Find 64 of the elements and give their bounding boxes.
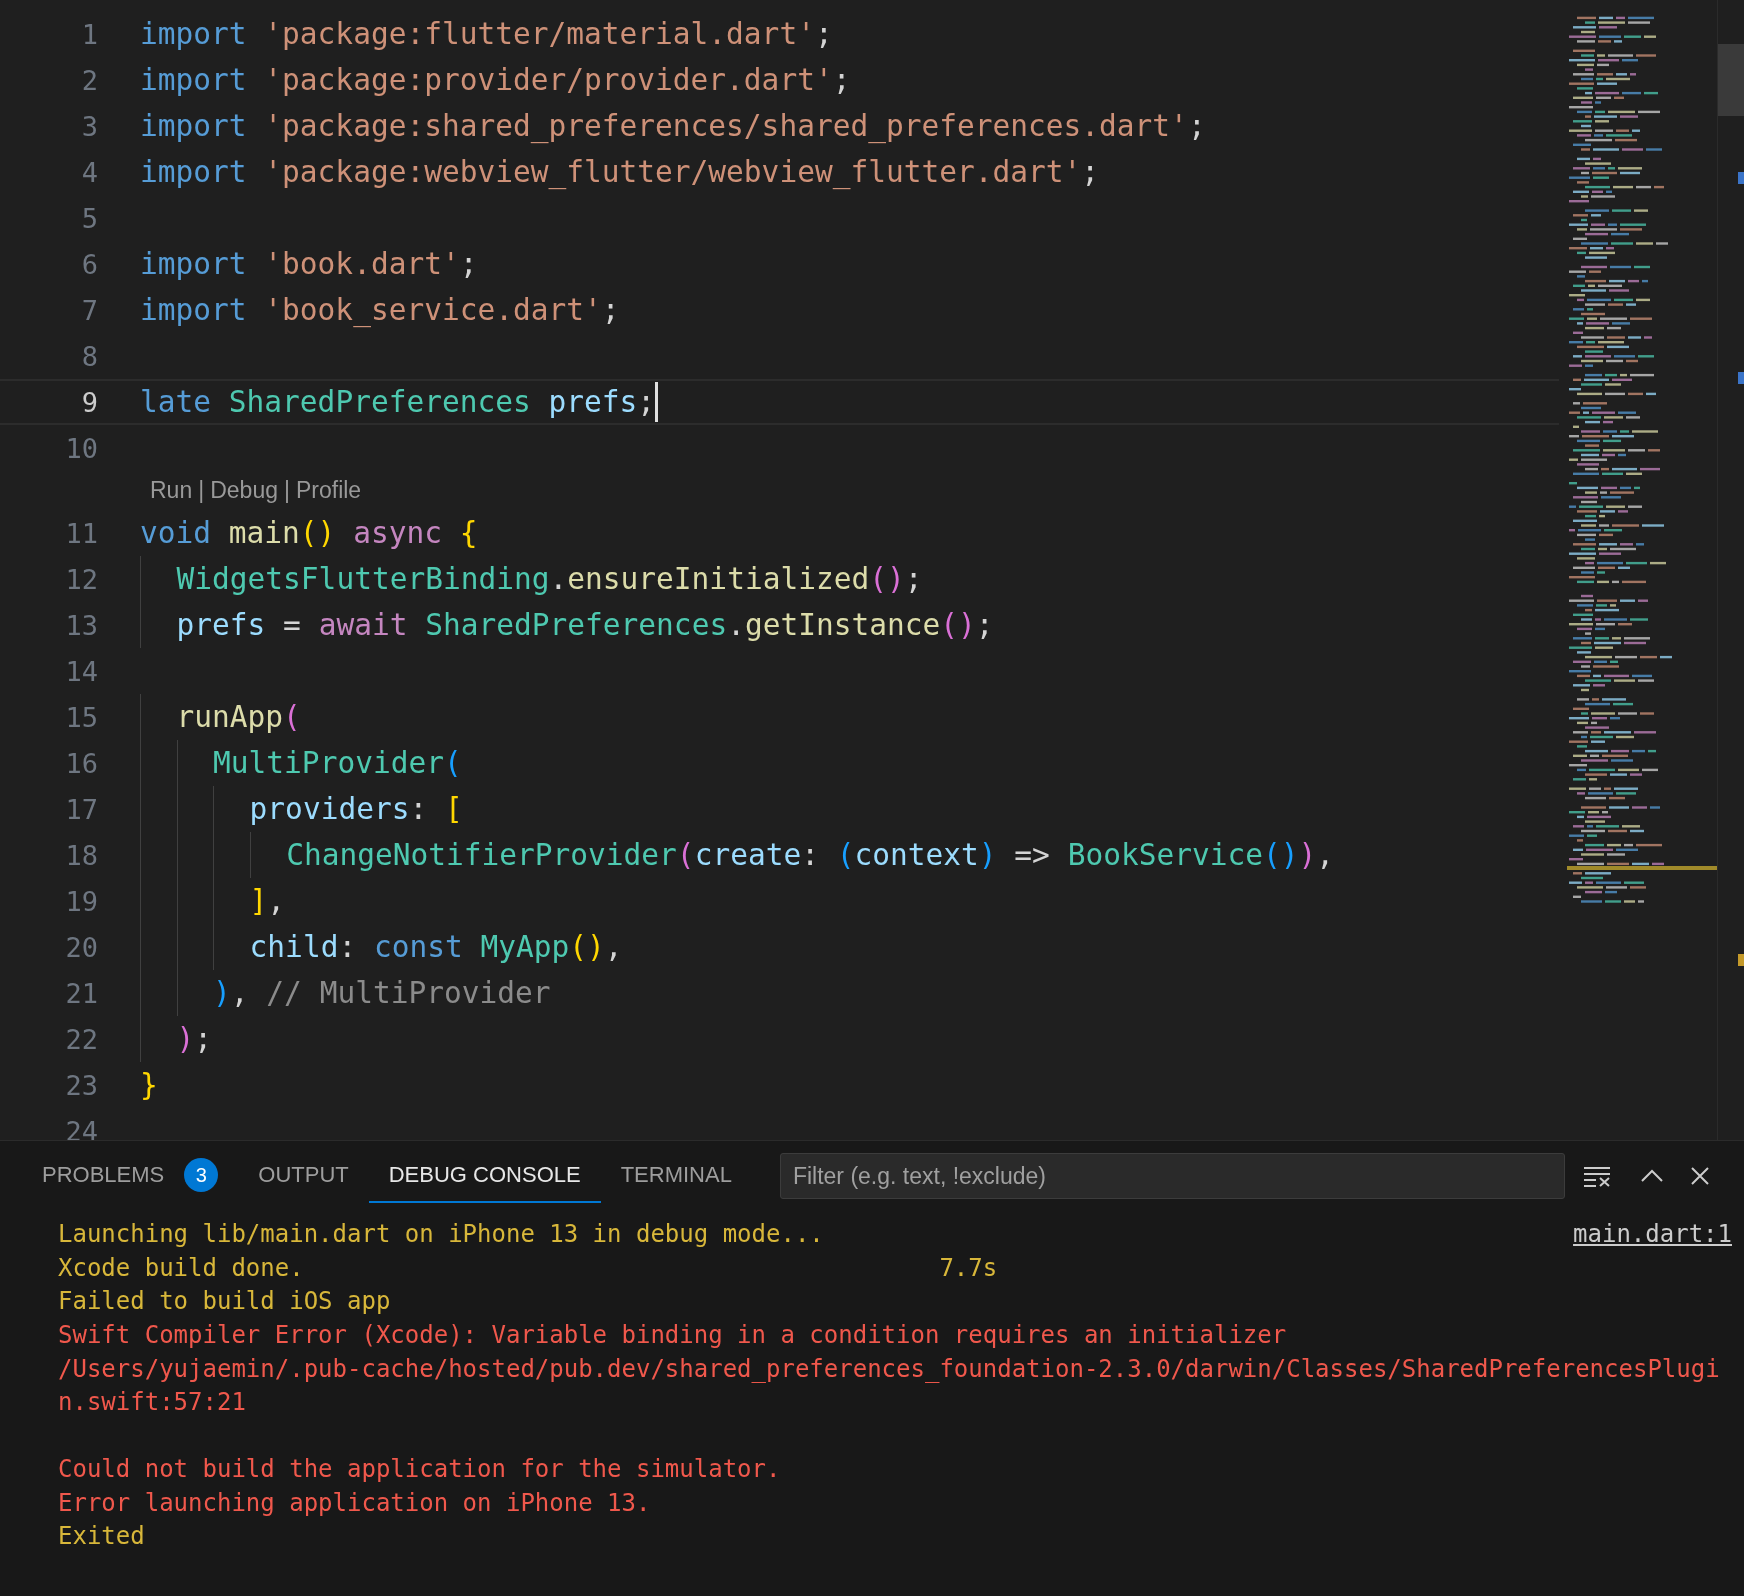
code-line: );: [140, 1016, 213, 1062]
code-line: prefs = await SharedPreferences.getInstance();: [140, 602, 994, 648]
line-number: 3: [80, 110, 98, 142]
codelens-link[interactable]: Profile: [295, 477, 362, 504]
line-number: 1: [80, 18, 98, 50]
panel-tab[interactable]: PROBLEMS 3: [22, 1141, 239, 1211]
console-line: Could not build the application for the simulator.: [58, 1454, 782, 1483]
line-number: 18: [64, 839, 98, 871]
code-line: WidgetsFlutterBinding.ensureInitialized();: [140, 556, 923, 602]
code-line: import 'book_service.dart';: [140, 292, 620, 330]
code-line: ],: [140, 878, 286, 924]
panel-tab[interactable]: TERMINAL: [600, 1141, 752, 1211]
line-number: 11: [64, 517, 98, 549]
line-number: 5: [80, 202, 98, 234]
filter-field[interactable]: Filter (e.g. text, !exclude): [779, 1153, 1565, 1199]
separator: |: [283, 477, 290, 504]
code-line: import 'package:flutter/material.dart';: [140, 16, 833, 53]
code-line: import 'package:provider/provider.dart';: [140, 62, 851, 99]
line-number: 20: [64, 931, 98, 963]
codelens-link[interactable]: Run: [150, 477, 193, 504]
code-line: import 'package:shared_preferences/shared_preferences.dart';: [140, 108, 1206, 146]
console-line: Xcode build done. 7.7s: [58, 1253, 999, 1282]
code-line: late SharedPreferences prefs;: [140, 379, 659, 425]
line-number: 13: [64, 609, 98, 641]
console-line: n.swift:57:21: [58, 1388, 247, 1417]
line-number: 16: [64, 747, 98, 779]
line-number: 15: [64, 701, 98, 733]
code-line: MultiProvider(: [140, 740, 462, 786]
panel-tab[interactable]: DEBUG CONSOLE: [368, 1149, 601, 1203]
code-line: }: [140, 1067, 158, 1104]
line-number: 7: [80, 294, 98, 326]
line-number: 8: [80, 340, 98, 372]
line-number: 22: [64, 1023, 98, 1055]
code-line: providers: [: [140, 786, 463, 832]
console-line: Failed to build iOS app: [58, 1287, 392, 1316]
line-number: 19: [64, 885, 98, 917]
code-line: import 'package:webview_flutter/webview_flutter.dart';: [140, 154, 1100, 192]
line-number: 2: [80, 64, 98, 96]
line-number: 4: [80, 156, 98, 188]
code-line: import 'book.dart';: [140, 246, 478, 283]
line-number: 12: [64, 563, 98, 595]
code-line: ), // MultiProvider: [140, 970, 551, 1016]
code-line: void main() async {: [140, 515, 478, 552]
code-line: ChangeNotifierProvider(create: (context) => BookService()),: [140, 832, 1335, 878]
separator: |: [198, 477, 205, 504]
console-line: Launching lib/main.dart on iPhone 13 in debug mode...: [58, 1219, 825, 1248]
panel-tab[interactable]: OUTPUT: [238, 1141, 369, 1211]
code-line: child: const MyApp(),: [140, 924, 623, 970]
console-line: Error launching application on iPhone 13.: [58, 1488, 652, 1517]
line-number: 21: [64, 977, 98, 1009]
line-number: 14: [64, 655, 98, 687]
code-line: runApp(: [140, 694, 301, 740]
source-link[interactable]: main.dart:1: [1573, 1219, 1732, 1248]
line-number: 10: [64, 432, 98, 464]
console-line: Exited: [58, 1522, 146, 1551]
codelens-link[interactable]: Debug: [210, 477, 278, 504]
line-number: 24: [64, 1115, 98, 1140]
line-number: 6: [80, 248, 98, 280]
line-number: 23: [64, 1069, 98, 1101]
count-badge: 3: [184, 1158, 219, 1192]
console-line: /Users/yujaemin/.pub-cache/hosted/pub.dev/shared_preferences_foundation-2.3.0/darwin/Classes/SharedPreferencesPlugi: [58, 1354, 1721, 1383]
line-number: 17: [64, 793, 98, 825]
console-line: Swift Compiler Error (Xcode): Variable binding in a condition requires an initializer: [58, 1320, 1288, 1349]
line-number: 9: [80, 386, 98, 418]
